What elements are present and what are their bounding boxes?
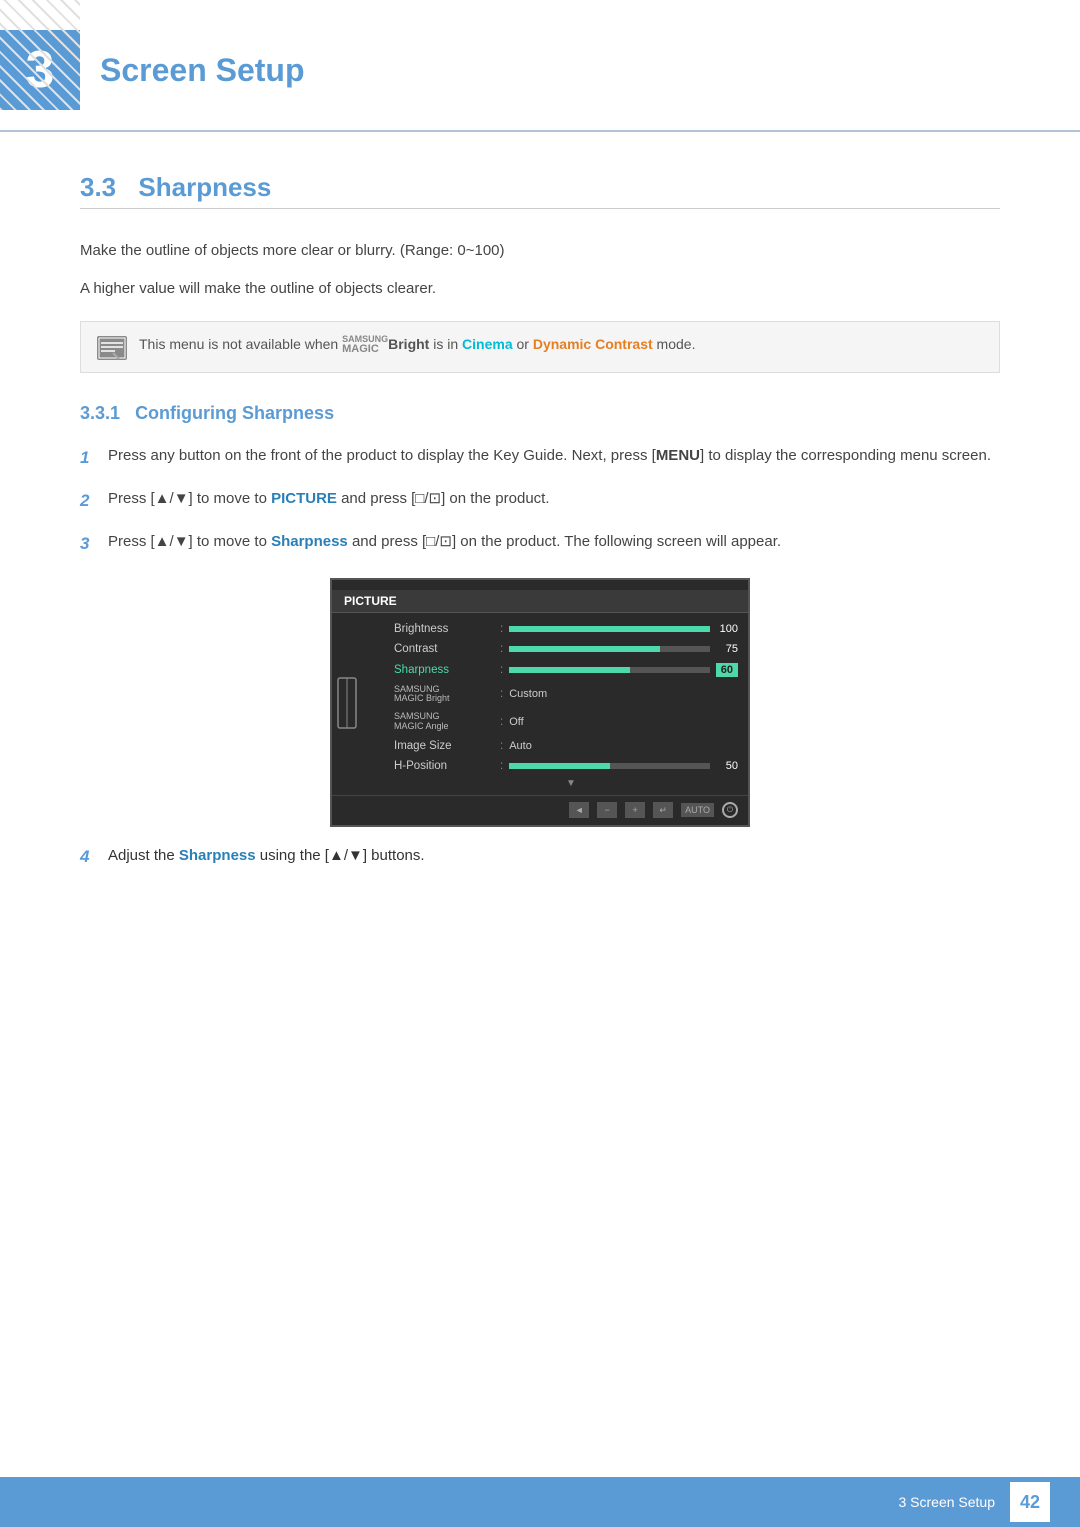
step-4: 4 Adjust the Sharpness using the [▲/▼] b… <box>80 847 1000 867</box>
screen-btn-plus: + <box>625 802 645 818</box>
subsection-title: Configuring Sharpness <box>135 403 334 423</box>
screen-bar-contrast: 75 <box>509 643 738 655</box>
screen-item-brightness: Brightness : 100 <box>394 619 748 639</box>
chapter-title: Screen Setup <box>100 52 305 89</box>
sharpness-bold: Sharpness <box>179 847 256 864</box>
screen-item-name-brightness: Brightness <box>394 623 494 635</box>
screen-btn-back: ◄ <box>569 802 589 818</box>
screen-item-magic-angle: SAMSUNG MAGIC Angle : Off <box>394 708 748 736</box>
screen-item-magic-bright: SAMSUNG MAGIC Bright : Custom <box>394 681 748 709</box>
footer-page-number: 42 <box>1010 1482 1050 1522</box>
screen-item-name-magic-bright: SAMSUNG MAGIC Bright <box>394 685 494 705</box>
screen-value-sharpness: 60 <box>716 663 738 677</box>
section-number: 3.3 <box>80 172 116 202</box>
screen-item-h-position: H-Position : 50 <box>394 756 748 776</box>
screen-bar-brightness: 100 <box>509 623 738 635</box>
subsection-heading: 3.3.1 Configuring Sharpness <box>80 403 1000 424</box>
page-footer: 3 Screen Setup 42 <box>0 1477 1080 1527</box>
screen-btn-enter: ↵ <box>653 802 673 818</box>
screen-menu-area: Brightness : 100 Contrast : <box>332 619 748 792</box>
screen-bar-sharpness: 60 <box>509 663 738 677</box>
screen-item-name-contrast: Contrast <box>394 643 494 655</box>
scroll-down-indicator: ▼ <box>394 776 748 791</box>
step-content-3: Press [▲/▼] to move to Sharpness and pre… <box>108 530 1000 554</box>
note-text: This menu is not available when SAMSUNG … <box>139 334 695 355</box>
monitor-icon-area <box>336 673 358 737</box>
screen-value-h-position: 50 <box>716 760 738 772</box>
brand-bright: Bright <box>388 336 429 352</box>
screen-mockup-container: PICTURE Brightness : <box>80 578 1000 828</box>
screen-title-bar: PICTURE <box>332 590 748 613</box>
screen-item-image-size: Image Size : Auto <box>394 736 748 756</box>
screen-item-name-magic-angle: SAMSUNG MAGIC Angle <box>394 712 494 732</box>
header-diagonal-bg <box>0 0 80 110</box>
screen-bar-h-position: 50 <box>509 760 738 772</box>
step-number-2: 2 <box>80 487 108 514</box>
description2: A higher value will make the outline of … <box>80 277 1000 301</box>
step-1: 1 Press any button on the front of the p… <box>80 444 1000 471</box>
main-content: 3.3 Sharpness Make the outline of object… <box>0 172 1080 947</box>
screen-items-list: Brightness : 100 Contrast : <box>344 619 748 792</box>
section-title: Sharpness <box>138 172 271 202</box>
step-number-1: 1 <box>80 444 108 471</box>
screen-text-value-magic-angle: Off <box>509 716 523 728</box>
screen-item-name-sharpness: Sharpness <box>394 664 494 676</box>
step-3: 3 Press [▲/▼] to move to Sharpness and p… <box>80 530 1000 557</box>
note-box: This menu is not available when SAMSUNG … <box>80 321 1000 373</box>
section-heading: 3.3 Sharpness <box>80 172 1000 209</box>
description1: Make the outline of objects more clear o… <box>80 239 1000 263</box>
cinema-highlight: Cinema <box>462 336 513 352</box>
screen-btn-power: ⏻ <box>722 802 738 818</box>
dynamic-contrast-highlight: Dynamic Contrast <box>533 336 653 352</box>
screen-value-contrast: 75 <box>716 643 738 655</box>
samsung-magic-brand: SAMSUNG MAGIC <box>342 335 388 355</box>
screen-item-name-image-size: Image Size <box>394 740 494 752</box>
step-content-2: Press [▲/▼] to move to PICTURE and press… <box>108 487 1000 511</box>
chapter-header: 3 Screen Setup <box>0 0 1080 132</box>
screen-toolbar: ◄ − + ↵ AUTO ⏻ <box>332 795 748 820</box>
step-content-1: Press any button on the front of the pro… <box>108 444 1000 468</box>
footer-text: 3 Screen Setup <box>898 1494 995 1510</box>
step-content-4: Adjust the Sharpness using the [▲/▼] but… <box>108 847 1000 864</box>
step-number-3: 3 <box>80 530 108 557</box>
step-2: 2 Press [▲/▼] to move to PICTURE and pre… <box>80 487 1000 514</box>
step-number-4: 4 <box>80 847 108 867</box>
subsection-number: 3.3.1 <box>80 403 120 423</box>
screen-item-contrast: Contrast : 75 <box>394 639 748 659</box>
screen-text-value-image-size: Auto <box>509 740 532 752</box>
screen-item-sharpness: Sharpness : 60 <box>394 659 748 681</box>
screen-btn-minus: − <box>597 802 617 818</box>
screen-item-name-h-position: H-Position <box>394 760 494 772</box>
screen-btn-auto: AUTO <box>681 803 714 817</box>
steps-list: 1 Press any button on the front of the p… <box>80 444 1000 558</box>
screen-text-value-magic-bright: Custom <box>509 688 547 700</box>
monitor-svg-icon <box>336 673 358 733</box>
note-icon <box>97 336 127 360</box>
screen-mockup: PICTURE Brightness : <box>330 578 750 828</box>
screen-value-brightness: 100 <box>716 623 738 635</box>
